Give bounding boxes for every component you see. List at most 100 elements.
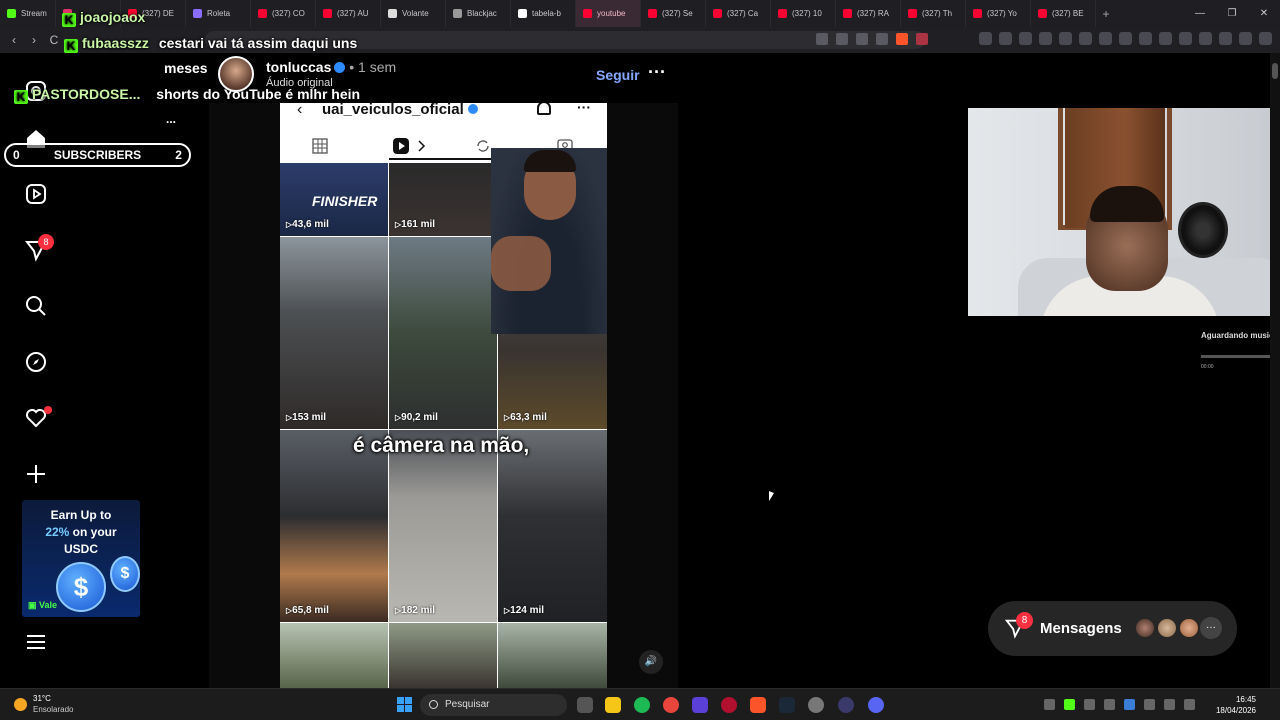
view-count: 43,6 mil [286, 219, 329, 230]
tab-favicon-icon [7, 9, 16, 18]
page-scrollbar[interactable] [1270, 53, 1280, 688]
messages-more[interactable]: ··· [1200, 617, 1222, 639]
browser-tab[interactable]: (327) 10 [771, 0, 836, 27]
mic-icon[interactable] [1144, 699, 1155, 710]
chat-text: cestari vai tá assim daqui uns [158, 35, 358, 51]
create-plus-icon[interactable] [22, 460, 50, 488]
usdc-coin-icon: $ [56, 562, 106, 612]
share-icon[interactable] [856, 33, 868, 45]
browser-tab[interactable]: youtube [576, 0, 641, 27]
extension-icon[interactable] [1019, 32, 1032, 45]
opera-icon[interactable] [721, 697, 737, 713]
extension-icon[interactable] [1139, 32, 1152, 45]
browser-tab[interactable]: (327) Th [901, 0, 966, 27]
reel-thumbnail: 182 mil [389, 430, 497, 622]
view-count: 182 mil [395, 605, 435, 616]
volume-tray-icon[interactable] [1184, 699, 1195, 710]
author-name[interactable]: tonluccas [266, 59, 331, 75]
spotify-icon[interactable] [634, 697, 650, 713]
search-icon[interactable] [22, 292, 50, 320]
weather-desc[interactable]: Ensolarado [33, 705, 73, 714]
tray-app-icon[interactable] [1084, 699, 1095, 710]
presenter-overlay [491, 148, 607, 334]
audio-label[interactable]: Áudio original [266, 77, 333, 89]
extension-icon[interactable] [1119, 32, 1132, 45]
steam-icon[interactable] [779, 697, 795, 713]
browser-tab[interactable]: (327) BE [1031, 0, 1096, 27]
close-button[interactable]: ✕ [1248, 0, 1280, 27]
browser-tab[interactable]: tabela-b [511, 0, 576, 27]
volume-icon[interactable]: 🔊 [639, 650, 663, 674]
messages-pill[interactable]: 8 Mensagens ··· [988, 601, 1237, 656]
network-icon[interactable] [1164, 699, 1175, 710]
screen: Stream (327) DE Roleta (327) CO (327) AU Vola… [0, 0, 1280, 720]
cast-icon[interactable] [816, 33, 828, 45]
post-more-button[interactable]: ··· [648, 62, 666, 83]
browser-tab[interactable]: Stream [0, 0, 56, 27]
extension-icon[interactable] [1079, 32, 1092, 45]
browser-tab[interactable]: Roleta [186, 0, 251, 27]
brave-icon[interactable] [750, 697, 766, 713]
minimize-button[interactable]: — [1184, 0, 1216, 27]
zoom-icon[interactable] [836, 33, 848, 45]
tray-app-icon[interactable] [1064, 699, 1075, 710]
new-tab-button[interactable]: + [1096, 7, 1116, 21]
bookmark-icon[interactable] [876, 33, 888, 45]
task-view-icon[interactable] [577, 697, 593, 713]
brave-shield-icon[interactable] [896, 33, 908, 45]
brave-rewards-icon[interactable] [916, 33, 928, 45]
extension-icon[interactable] [1219, 32, 1232, 45]
menu-icon[interactable] [22, 628, 50, 656]
view-count: 124 mil [504, 605, 544, 616]
browser-tab[interactable]: (327) Yo [966, 0, 1031, 27]
notification-badge: 8 [38, 234, 54, 250]
tray-chevron-icon[interactable] [1044, 699, 1055, 710]
extension-icon[interactable] [979, 32, 992, 45]
usdc-ad[interactable]: Earn Up to 22% on your USDC $ $ ▣ Vale [22, 500, 140, 617]
browser-tab[interactable]: (327) CO [251, 0, 316, 27]
author-avatar[interactable] [218, 56, 254, 92]
app-icon[interactable] [838, 697, 854, 713]
extension-icon[interactable] [1159, 32, 1172, 45]
start-button[interactable] [397, 697, 412, 712]
follow-button[interactable]: Seguir [596, 67, 640, 83]
file-explorer-icon[interactable] [605, 697, 621, 713]
browser-tab[interactable]: Blackjac [446, 0, 511, 27]
view-count: 153 mil [286, 412, 326, 423]
extension-icon[interactable] [1199, 32, 1212, 45]
reel-video[interactable]: ‹ uai_veiculos_oficial ··· FINISHER 43,6… [280, 103, 607, 688]
bluetooth-icon[interactable] [1124, 699, 1135, 710]
extension-icon[interactable] [1099, 32, 1112, 45]
weather-temp[interactable]: 31°C [33, 694, 51, 703]
browser-tab[interactable]: (327) RA [836, 0, 901, 27]
chat-more[interactable]: ... [166, 112, 176, 126]
weather-sun-icon[interactable] [14, 698, 27, 711]
reels-icon[interactable] [22, 180, 50, 208]
extension-icon[interactable] [1179, 32, 1192, 45]
taskbar-clock[interactable]: 16:45 18/04/2026 [1208, 694, 1256, 716]
tab-favicon-icon [1038, 9, 1047, 18]
tab-favicon-icon [908, 9, 917, 18]
reload-button[interactable]: C [44, 33, 64, 47]
extension-icon[interactable] [1039, 32, 1052, 45]
browser-tab[interactable]: Volante [381, 0, 446, 27]
repost-icon [477, 140, 489, 152]
chrome-icon[interactable] [663, 697, 679, 713]
tray-app-icon[interactable] [1104, 699, 1115, 710]
app-icon[interactable] [692, 697, 708, 713]
browser-tab[interactable]: (327) Ca [706, 0, 771, 27]
explore-icon[interactable] [22, 348, 50, 376]
discord-icon[interactable] [868, 697, 884, 713]
forward-button[interactable]: › [24, 33, 44, 47]
obs-icon[interactable] [808, 697, 824, 713]
scrollbar-thumb[interactable] [1272, 63, 1278, 79]
browser-tab[interactable]: (327) AU [316, 0, 381, 27]
maximize-button[interactable]: ❐ [1216, 0, 1248, 27]
back-button[interactable]: ‹ [4, 33, 24, 47]
taskbar-search[interactable]: Pesquisar [420, 694, 567, 716]
extension-icon[interactable] [1059, 32, 1072, 45]
extension-icon[interactable] [1239, 32, 1252, 45]
browser-tab[interactable]: (327) Se [641, 0, 706, 27]
extension-icon[interactable] [1259, 32, 1272, 45]
extension-icon[interactable] [999, 32, 1012, 45]
